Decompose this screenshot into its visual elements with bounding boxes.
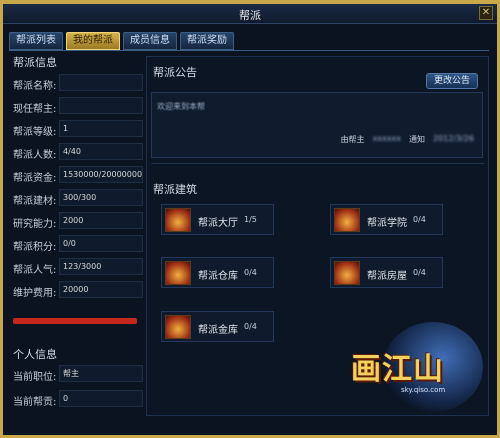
building-name: 帮派仓库: [198, 271, 238, 282]
game-logo: 画江山 sky.qiso.com: [343, 322, 493, 420]
info-label: 帮派名称:: [13, 81, 57, 92]
personal-info-title: 个人信息: [13, 348, 57, 361]
info-row-materials: 帮派建材: 300/300: [9, 189, 143, 208]
change-notice-button[interactable]: 更改公告: [426, 73, 478, 89]
warning-text-redacted: [13, 318, 137, 324]
info-value: 1: [59, 120, 143, 137]
info-value: 300/300: [59, 189, 143, 206]
building-treasury[interactable]: 帮派金库 0/4: [161, 311, 274, 342]
building-level: 0/4: [244, 268, 257, 277]
tab-bar: 帮派列表 我的帮派 成员信息 帮派奖励: [9, 32, 234, 52]
info-row-contribution: 当前帮贡: 0: [9, 390, 143, 409]
info-label: 当前职位:: [13, 372, 57, 383]
notice-action: 通知: [408, 135, 425, 144]
info-label: 研究能力:: [13, 219, 57, 230]
buildings-title: 帮派建筑: [153, 183, 197, 196]
info-label: 现任帮主:: [13, 104, 57, 115]
info-value: [59, 97, 143, 114]
treasury-icon: [165, 315, 191, 339]
info-label: 维护费用:: [13, 288, 57, 299]
notice-time: 2012/3/26: [432, 134, 474, 143]
info-row-points: 帮派积分: 0/0: [9, 235, 143, 254]
guild-info-title: 帮派信息: [13, 56, 57, 69]
info-label: 帮派建材:: [13, 196, 57, 207]
title-bar[interactable]: 帮派 ✕: [3, 4, 497, 24]
info-value: [59, 74, 143, 91]
tab-my-guild[interactable]: 我的帮派: [66, 32, 120, 50]
warehouse-icon: [165, 261, 191, 285]
building-academy[interactable]: 帮派学院 0/4: [330, 204, 443, 235]
info-row-name: 帮派名称:: [9, 74, 143, 93]
info-row-funds: 帮派资金: 1530000/20000000: [9, 166, 143, 185]
notice-footer: 由帮主 xxxxxx 通知 2012/3/26: [341, 134, 474, 145]
info-value: 0: [59, 390, 143, 407]
guild-window: 帮派 ✕ 帮派列表 我的帮派 成员信息 帮派奖励 帮派信息 帮派名称: 现任帮主…: [0, 0, 500, 438]
info-label: 帮派人数:: [13, 150, 57, 161]
building-hall[interactable]: 帮派大厅 1/5: [161, 204, 274, 235]
info-row-leader: 现任帮主:: [9, 97, 143, 116]
info-value: 4/40: [59, 143, 143, 160]
logo-url: sky.qiso.com: [401, 386, 446, 394]
info-row-research: 研究能力: 2000: [9, 212, 143, 231]
notice-by-label: 由帮主: [340, 135, 365, 144]
building-name: 帮派金库: [198, 325, 238, 336]
tab-guild-rewards[interactable]: 帮派奖励: [180, 32, 234, 50]
info-value: 123/3000: [59, 258, 143, 275]
housing-icon: [334, 261, 360, 285]
info-label: 当前帮贡:: [13, 397, 57, 408]
info-row-members: 帮派人数: 4/40: [9, 143, 143, 162]
building-level: 0/4: [244, 322, 257, 331]
guild-info-panel: 帮派信息 帮派名称: 现任帮主: 帮派等级: 1 帮派人数: 4/40 帮派资金…: [9, 56, 143, 416]
building-level: 1/5: [244, 215, 257, 224]
building-warehouse[interactable]: 帮派仓库 0/4: [161, 257, 274, 288]
section-divider: [151, 163, 484, 164]
close-icon: ✕: [481, 7, 491, 18]
notice-box: 欢迎来到本帮 由帮主 xxxxxx 通知 2012/3/26: [151, 92, 483, 158]
tab-member-info[interactable]: 成员信息: [123, 32, 177, 50]
info-value: 0/0: [59, 235, 143, 252]
building-level: 0/4: [413, 215, 426, 224]
hall-icon: [165, 208, 191, 232]
logo-word: 画江山: [351, 352, 444, 387]
building-housing[interactable]: 帮派房屋 0/4: [330, 257, 443, 288]
info-value: 帮主: [59, 365, 143, 382]
building-name: 帮派大厅: [198, 218, 238, 229]
close-button[interactable]: ✕: [479, 6, 493, 20]
tab-underline: [9, 50, 489, 51]
info-value: 1530000/20000000: [59, 166, 143, 183]
building-name: 帮派学院: [367, 218, 407, 229]
notice-author: xxxxxx: [372, 134, 401, 143]
tab-guild-list[interactable]: 帮派列表: [9, 32, 63, 50]
info-row-upkeep: 维护费用: 20000: [9, 281, 143, 300]
info-label: 帮派资金:: [13, 173, 57, 184]
info-row-popularity: 帮派人气: 123/3000: [9, 258, 143, 277]
info-label: 帮派积分:: [13, 242, 57, 253]
notice-title: 帮派公告: [153, 66, 197, 79]
info-value: 20000: [59, 281, 143, 298]
info-label: 帮派人气:: [13, 265, 57, 276]
building-name: 帮派房屋: [367, 271, 407, 282]
info-row-position: 当前职位: 帮主: [9, 365, 143, 384]
building-level: 0/4: [413, 268, 426, 277]
info-row-level: 帮派等级: 1: [9, 120, 143, 139]
academy-icon: [334, 208, 360, 232]
notice-text: 欢迎来到本帮: [157, 102, 205, 111]
window-title: 帮派: [239, 9, 261, 22]
info-label: 帮派等级:: [13, 127, 57, 138]
info-value: 2000: [59, 212, 143, 229]
